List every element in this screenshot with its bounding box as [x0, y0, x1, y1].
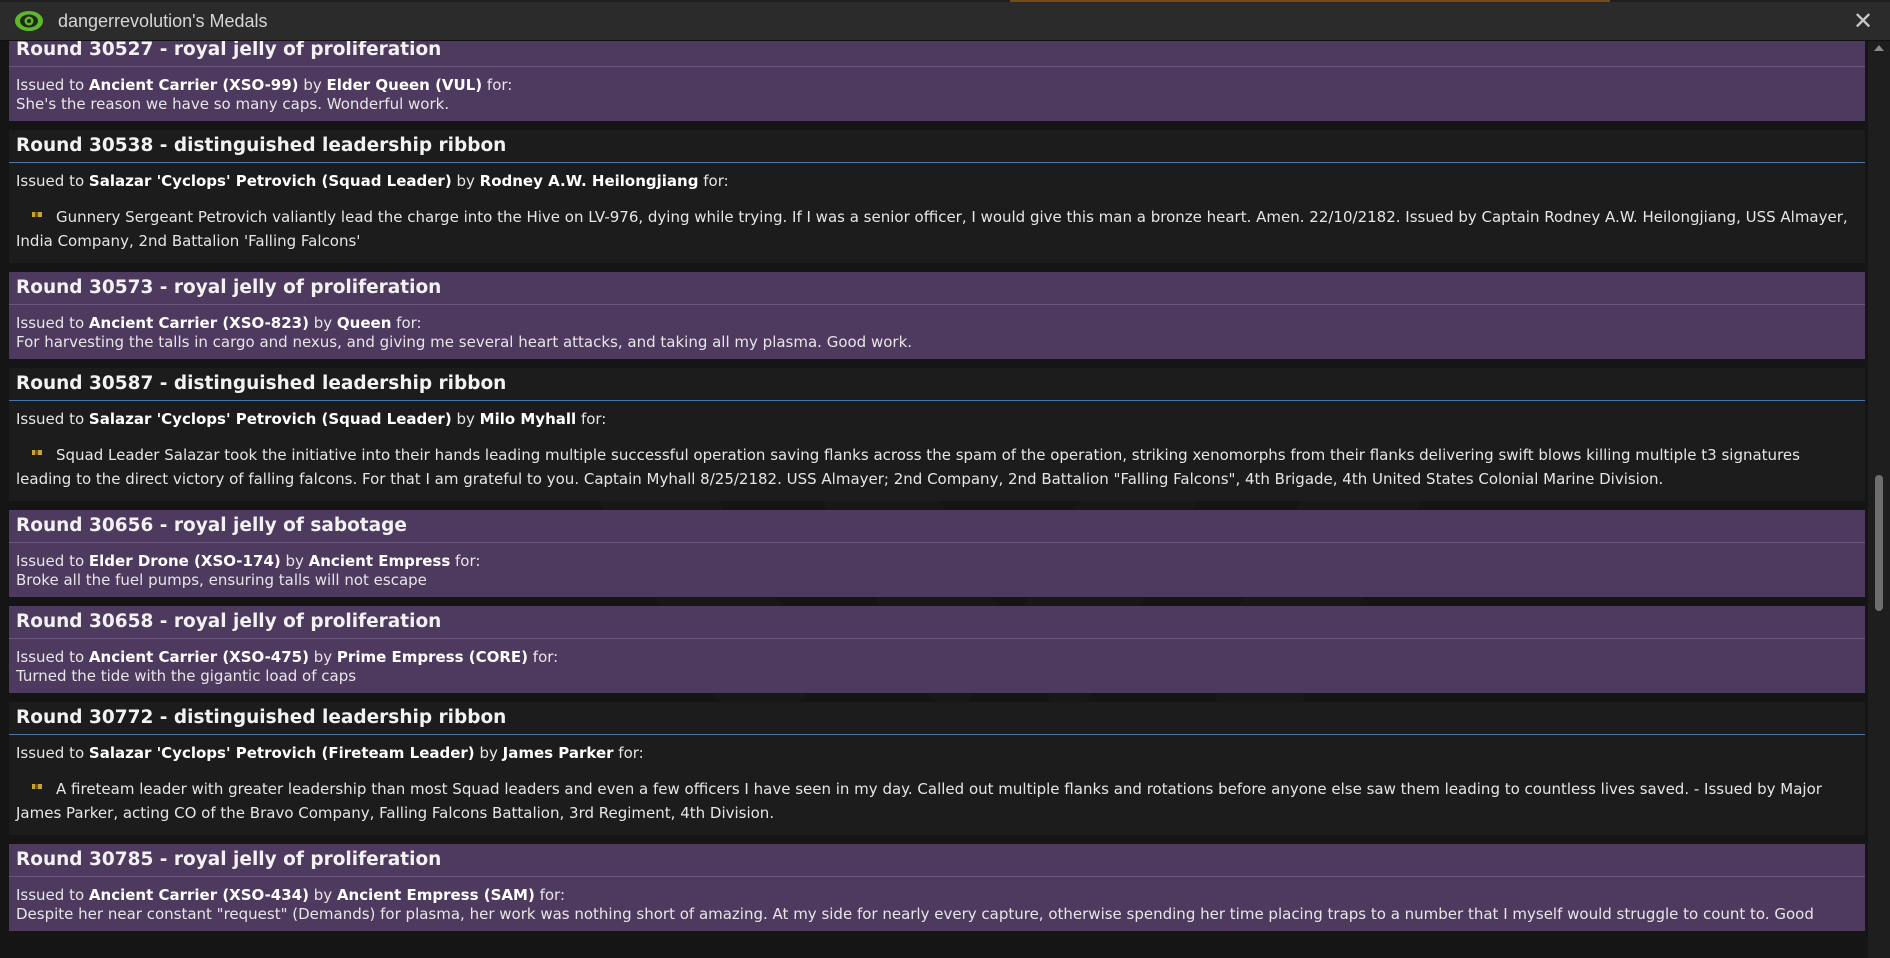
vertical-scrollbar[interactable] [1868, 41, 1890, 958]
medal-entry: Round 30587 - distinguished leadership r… [9, 368, 1865, 501]
medal-list: Round 30527 - royal jelly of proliferati… [9, 41, 1865, 940]
medal-body: Issued to Ancient Carrier (XSO-823) by Q… [9, 305, 1865, 359]
issued-prefix: Issued to [16, 744, 89, 762]
title-bar[interactable]: dangerrevolution's Medals ✕ [0, 2, 1890, 41]
medal-header: Round 30587 - distinguished leadership r… [9, 368, 1865, 401]
medal-issuer: Prime Empress (CORE) [336, 648, 529, 666]
medal-issuer: Elder Queen (VUL) [326, 76, 483, 94]
issued-for-word: for: [450, 552, 481, 570]
ribbon-icon [32, 212, 42, 217]
issued-prefix: Issued to [16, 172, 89, 190]
issued-prefix: Issued to [16, 314, 89, 332]
issued-for-word: for: [613, 744, 644, 762]
medal-body: Issued to Ancient Carrier (XSO-99) by El… [9, 67, 1865, 121]
issued-prefix: Issued to [16, 410, 89, 428]
medal-citation-block: Gunnery Sergeant Petrovich valiantly lea… [16, 205, 1858, 253]
medal-recipient: Ancient Carrier (XSO-823) [88, 314, 309, 332]
issued-by-word: by [451, 172, 480, 190]
issued-for-word: for: [528, 648, 559, 666]
medal-issuer: Queen [336, 314, 392, 332]
ribbon-icon [32, 450, 42, 455]
medal-entry: Round 30527 - royal jelly of proliferati… [9, 41, 1865, 121]
medal-recipient: Ancient Carrier (XSO-99) [88, 76, 299, 94]
medal-header: Round 30658 - royal jelly of proliferati… [9, 606, 1865, 639]
medal-issuer: Ancient Empress (SAM) [336, 886, 535, 904]
issued-by-word: by [280, 552, 309, 570]
medal-citation: Squad Leader Salazar took the initiative… [16, 446, 1800, 488]
issued-for-word: for: [576, 410, 607, 428]
medal-issuer: Milo Myhall [479, 410, 577, 428]
medal-citation: Broke all the fuel pumps, ensuring talls… [16, 571, 427, 589]
medal-issuer: Rodney A.W. Heilongjiang [479, 172, 699, 190]
medal-citation-block: A fireteam leader with greater leadershi… [16, 777, 1858, 825]
medal-header: Round 30656 - royal jelly of sabotage [9, 510, 1865, 543]
issued-for-word: for: [482, 76, 513, 94]
window-title: dangerrevolution's Medals [58, 11, 268, 31]
medal-body: Issued to Salazar 'Cyclops' Petrovich (S… [9, 163, 1865, 263]
issued-for-word: for: [391, 314, 422, 332]
medal-citation: Turned the tide with the gigantic load o… [16, 667, 357, 685]
medal-entry: Round 30785 - royal jelly of proliferati… [9, 844, 1865, 931]
medal-recipient: Salazar 'Cyclops' Petrovich (Squad Leade… [88, 172, 452, 190]
close-icon[interactable]: ✕ [1850, 8, 1876, 34]
medals-panel[interactable]: Round 30527 - royal jelly of proliferati… [0, 41, 1868, 958]
issued-by-word: by [308, 648, 337, 666]
issued-for-word: for: [698, 172, 729, 190]
medal-entry: Round 30656 - royal jelly of sabotage Is… [9, 510, 1865, 597]
medal-body: Issued to Salazar 'Cyclops' Petrovich (F… [9, 735, 1865, 835]
medal-citation: Despite her near constant "request" (Dem… [16, 905, 1814, 923]
medal-recipient: Ancient Carrier (XSO-475) [88, 648, 309, 666]
medal-issuer: Ancient Empress [308, 552, 451, 570]
medal-entry: Round 30772 - distinguished leadership r… [9, 702, 1865, 835]
issued-prefix: Issued to [16, 886, 89, 904]
medal-citation: For harvesting the talls in cargo and ne… [16, 333, 913, 351]
medal-body: Issued to Salazar 'Cyclops' Petrovich (S… [9, 401, 1865, 501]
medal-citation: She's the reason we have so many caps. W… [16, 95, 450, 113]
medal-header: Round 30527 - royal jelly of proliferati… [9, 41, 1865, 67]
medal-issuer: James Parker [502, 744, 614, 762]
medal-entry: Round 30658 - royal jelly of proliferati… [9, 606, 1865, 693]
medal-header: Round 30573 - royal jelly of proliferati… [9, 272, 1865, 305]
scroll-up-arrow-icon[interactable] [1874, 45, 1884, 51]
issued-by-word: by [308, 314, 337, 332]
issued-prefix: Issued to [16, 76, 89, 94]
medal-entry: Round 30573 - royal jelly of proliferati… [9, 272, 1865, 359]
issued-by-word: by [308, 886, 337, 904]
medal-recipient: Salazar 'Cyclops' Petrovich (Squad Leade… [88, 410, 452, 428]
medal-header: Round 30785 - royal jelly of proliferati… [9, 844, 1865, 877]
medal-header: Round 30538 - distinguished leadership r… [9, 130, 1865, 163]
issued-by-word: by [474, 744, 503, 762]
issued-prefix: Issued to [16, 648, 89, 666]
medal-body: Issued to Ancient Carrier (XSO-434) by A… [9, 877, 1865, 931]
issued-prefix: Issued to [16, 552, 89, 570]
issued-by-word: by [451, 410, 480, 428]
eye-icon [15, 11, 43, 31]
medal-citation: A fireteam leader with greater leadershi… [16, 780, 1822, 822]
medal-citation: Gunnery Sergeant Petrovich valiantly lea… [16, 208, 1848, 250]
ribbon-icon [32, 784, 42, 789]
issued-for-word: for: [534, 886, 565, 904]
issued-by-word: by [298, 76, 327, 94]
medal-recipient: Ancient Carrier (XSO-434) [88, 886, 309, 904]
medal-body: Issued to Elder Drone (XSO-174) by Ancie… [9, 543, 1865, 597]
medal-header: Round 30772 - distinguished leadership r… [9, 702, 1865, 735]
medal-recipient: Elder Drone (XSO-174) [88, 552, 281, 570]
scrollbar-thumb[interactable] [1875, 475, 1883, 611]
medal-recipient: Salazar 'Cyclops' Petrovich (Fireteam Le… [88, 744, 475, 762]
medal-entry: Round 30538 - distinguished leadership r… [9, 130, 1865, 263]
medal-citation-block: Squad Leader Salazar took the initiative… [16, 443, 1858, 491]
medal-body: Issued to Ancient Carrier (XSO-475) by P… [9, 639, 1865, 693]
